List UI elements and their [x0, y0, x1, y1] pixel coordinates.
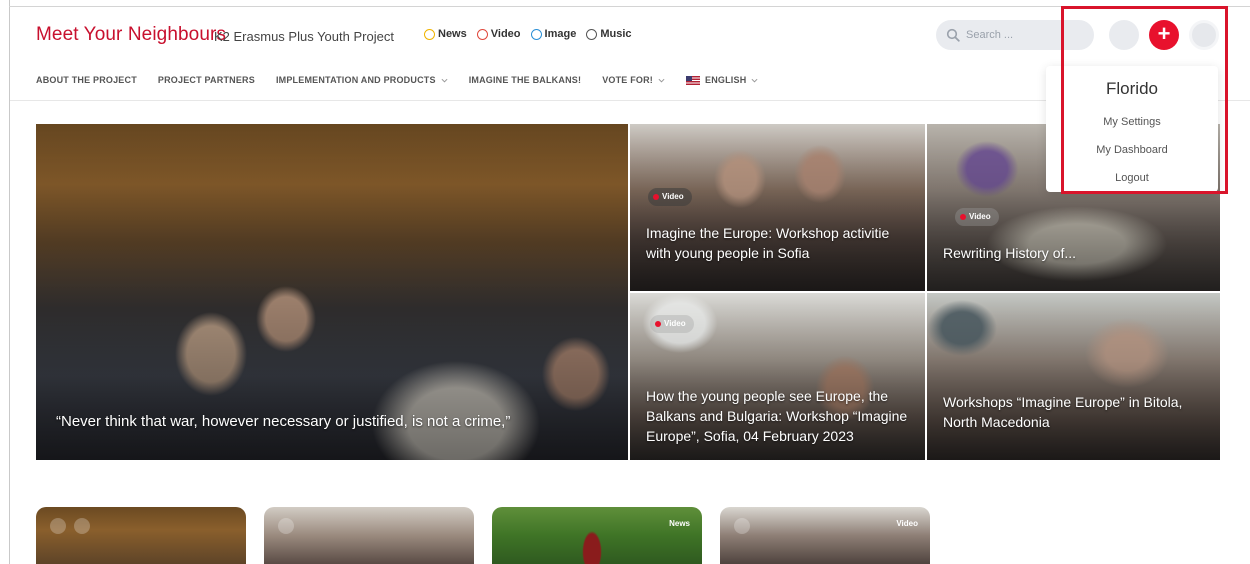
- post-type-filters: News Video Image Music: [424, 28, 632, 40]
- site-title-link[interactable]: Meet Your Neighbours: [36, 24, 226, 46]
- chevron-down-icon: [441, 78, 448, 83]
- us-flag-icon: [686, 75, 700, 85]
- news-badge: News: [669, 519, 690, 528]
- filter-image[interactable]: Image: [530, 28, 577, 40]
- featured-post-caption: Imagine the Europe: Workshop activitie w…: [646, 225, 890, 261]
- filter-music-label: Music: [600, 28, 632, 40]
- video-badge: Video: [648, 188, 692, 206]
- featured-post-main[interactable]: “Never think that war, however necessary…: [36, 124, 628, 460]
- nav-language-selector[interactable]: ENGLISH: [686, 75, 758, 85]
- filter-news-label: News: [438, 28, 467, 40]
- featured-post-caption: Rewriting History of...: [943, 245, 1077, 261]
- nav-implementation-products-label: IMPLEMENTATION AND PRODUCTS: [275, 75, 436, 85]
- image-overlay: [36, 124, 628, 460]
- pin-icon: [278, 518, 294, 534]
- featured-post-tile[interactable]: Workshops “Imagine Europe” in Bitola, No…: [927, 293, 1220, 460]
- filter-news[interactable]: News: [424, 28, 467, 40]
- main-navigation: ABOUT THE PROJECT PROJECT PARTNERS IMPLE…: [36, 75, 758, 85]
- nav-imagine-balkans-label: IMAGINE THE BALKANS!: [468, 75, 582, 85]
- video-circle-icon: [476, 28, 488, 40]
- bookmark-icon: [74, 518, 90, 534]
- featured-post-caption: Workshops “Imagine Europe” in Bitola, No…: [943, 394, 1183, 430]
- filter-image-label: Image: [544, 28, 577, 40]
- nav-vote-for-label: VOTE FOR!: [602, 75, 653, 85]
- post-card[interactable]: Video: [720, 507, 930, 564]
- post-card-photo: [36, 507, 246, 564]
- post-card-photo: [720, 507, 930, 564]
- nav-project-partners[interactable]: PROJECT PARTNERS: [158, 75, 255, 85]
- video-badge: Video: [896, 519, 918, 528]
- post-card[interactable]: [264, 507, 474, 564]
- post-card[interactable]: [36, 507, 246, 564]
- featured-posts-grid: “Never think that war, however necessary…: [36, 124, 1220, 460]
- featured-post-tile[interactable]: Video How the young people see Europe, t…: [630, 293, 925, 460]
- nav-about-project[interactable]: ABOUT THE PROJECT: [36, 75, 137, 85]
- post-card-photo: [492, 507, 702, 564]
- video-badge: Video: [650, 315, 694, 333]
- pin-icon: [50, 518, 66, 534]
- filter-music[interactable]: Music: [586, 28, 632, 40]
- nav-imagine-balkans[interactable]: IMAGINE THE BALKANS!: [469, 75, 582, 85]
- video-badge: Video: [955, 208, 999, 226]
- image-overlay: [927, 293, 1220, 460]
- nav-implementation-products[interactable]: IMPLEMENTATION AND PRODUCTS: [276, 75, 448, 85]
- highlight-box: [1061, 6, 1228, 194]
- post-card[interactable]: News: [492, 507, 702, 564]
- nav-about-project-label: ABOUT THE PROJECT: [36, 75, 137, 85]
- search-icon: [946, 28, 960, 42]
- image-overlay: [630, 124, 925, 291]
- music-circle-icon: [586, 28, 598, 40]
- chevron-down-icon: [658, 78, 665, 83]
- featured-post-caption: “Never think that war, however necessary…: [56, 413, 511, 430]
- pin-icon: [734, 518, 750, 534]
- filter-video[interactable]: Video: [476, 28, 521, 40]
- featured-post-tile[interactable]: Video Imagine the Europe: Workshop activ…: [630, 124, 925, 291]
- featured-post-caption: How the young people see Europe, the Bal…: [646, 388, 908, 444]
- nav-project-partners-label: PROJECT PARTNERS: [157, 75, 255, 85]
- site-subtitle: K2 Erasmus Plus Youth Project: [214, 29, 394, 44]
- nav-language-label: ENGLISH: [705, 75, 747, 85]
- nav-vote-for[interactable]: VOTE FOR!: [602, 75, 665, 85]
- post-card-photo: [264, 507, 474, 564]
- image-circle-icon: [530, 28, 542, 40]
- window-left-edge: [9, 0, 10, 564]
- filter-video-label: Video: [490, 28, 521, 40]
- chevron-down-icon: [751, 78, 758, 83]
- news-circle-icon: [424, 28, 435, 40]
